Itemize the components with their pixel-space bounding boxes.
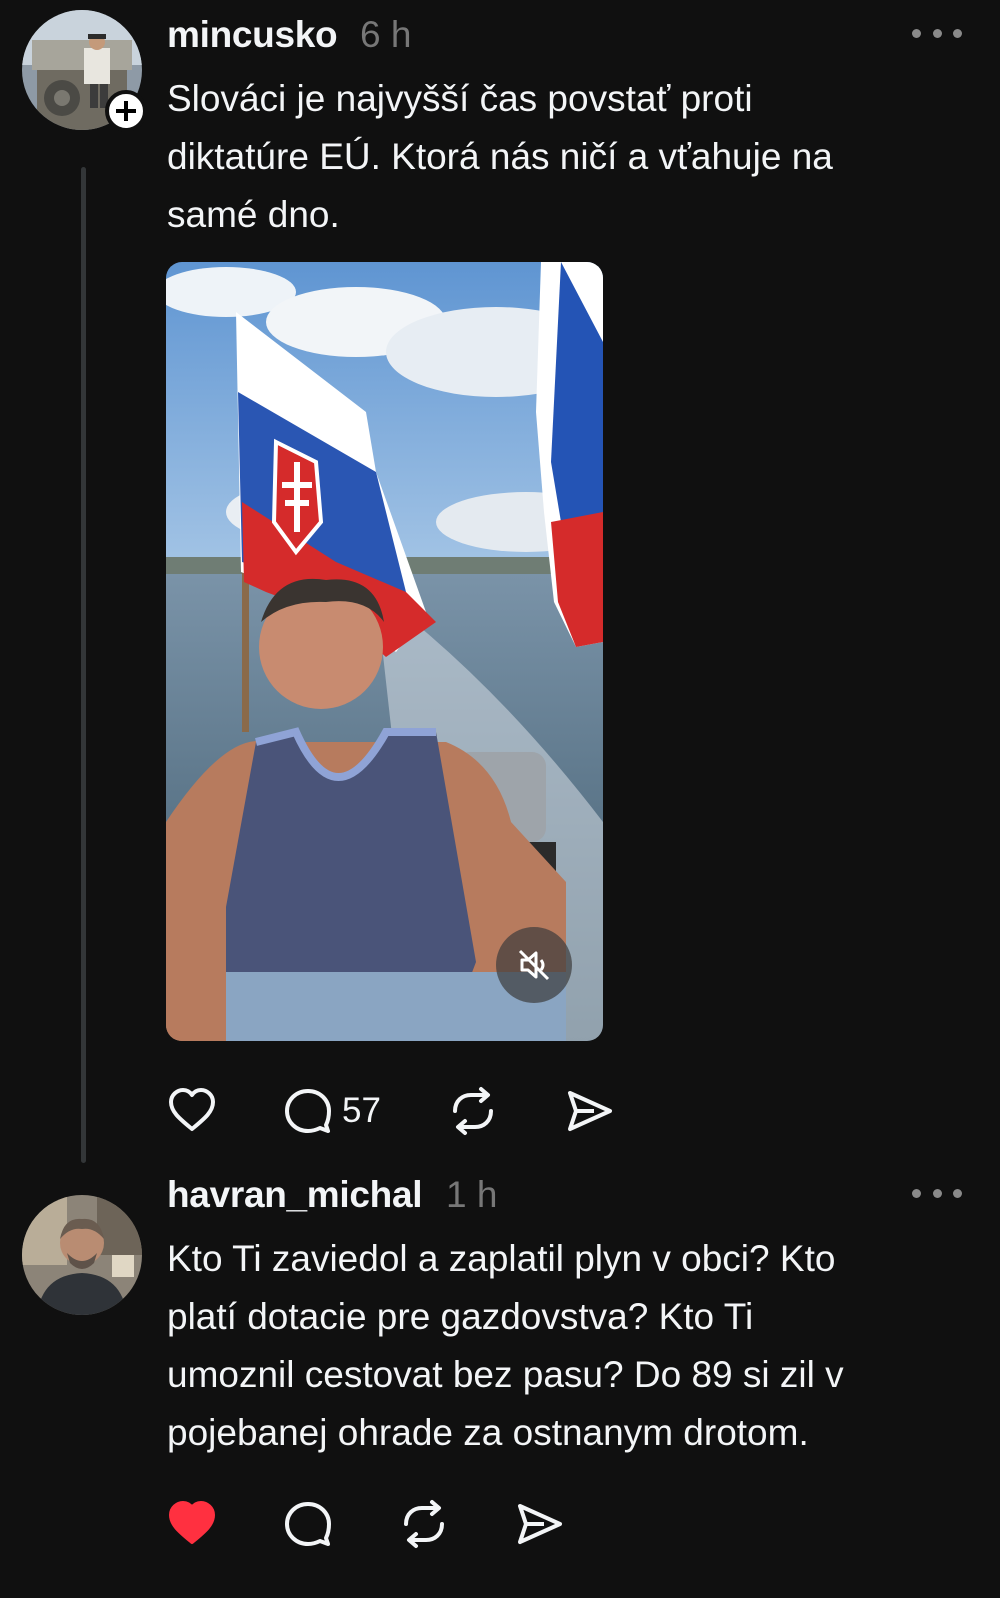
post-text-line: Slováci je najvyšší čas povstať proti [167,78,753,119]
share-button[interactable] [564,1085,616,1137]
post-text: Kto Ti zaviedol a zaplatil plyn v obci? … [167,1230,987,1462]
username[interactable]: mincusko [167,14,338,56]
post-time: 6 h [360,14,412,55]
repost-button[interactable] [447,1085,499,1137]
post-time: 1 h [446,1174,498,1215]
heart-icon [169,1501,215,1544]
repost-icon [453,1087,493,1135]
post-text-line: Kto Ti zaviedol a zaplatil plyn v obci? … [167,1238,836,1279]
share-icon [568,1091,612,1131]
follow-plus-icon [116,101,136,121]
muted-speaker-icon[interactable] [510,941,558,989]
comment-button[interactable]: 57 [282,1085,381,1137]
heart-icon [169,1088,215,1131]
repost-button[interactable] [398,1498,450,1550]
comment-icon [285,1089,331,1133]
post-text-line: samé dno. [167,194,340,235]
comment-count: 57 [342,1091,381,1130]
post-text-line: pojebanej ohrade za ostnanym drotom. [167,1412,809,1453]
post-video[interactable] [166,262,603,1041]
repost-icon [404,1500,444,1548]
follow-button[interactable] [105,90,147,132]
avatar-havran-michal[interactable] [22,1195,142,1315]
like-button[interactable] [166,1498,218,1550]
thread-line [81,167,86,1163]
share-icon [518,1504,562,1544]
comment-button[interactable] [282,1498,334,1550]
post-text-line: platí dotacie pre gazdovstva? Kto Ti [167,1296,754,1337]
post-text-line: umoznil cestovat bez pasu? Do 89 si zil … [167,1354,844,1395]
share-button[interactable] [514,1498,566,1550]
more-icon[interactable] [912,23,962,43]
post-mincusko: mincusko 6 h Slováci je najvyšší čas pov… [0,0,1000,1163]
post-text: Slováci je najvyšší čas povstať proti di… [167,70,967,244]
post-actions [0,1498,1000,1558]
post-havran-michal: havran_michal 1 h Kto Ti zaviedol a zapl… [0,1174,1000,1598]
post-actions: 57 [0,1085,1000,1145]
username[interactable]: havran_michal [167,1174,423,1216]
like-button[interactable] [166,1085,218,1137]
comment-icon [285,1502,331,1546]
more-icon[interactable] [912,1183,962,1203]
post-text-line: diktatúre EÚ. Ktorá nás ničí a vťahuje n… [167,136,833,177]
